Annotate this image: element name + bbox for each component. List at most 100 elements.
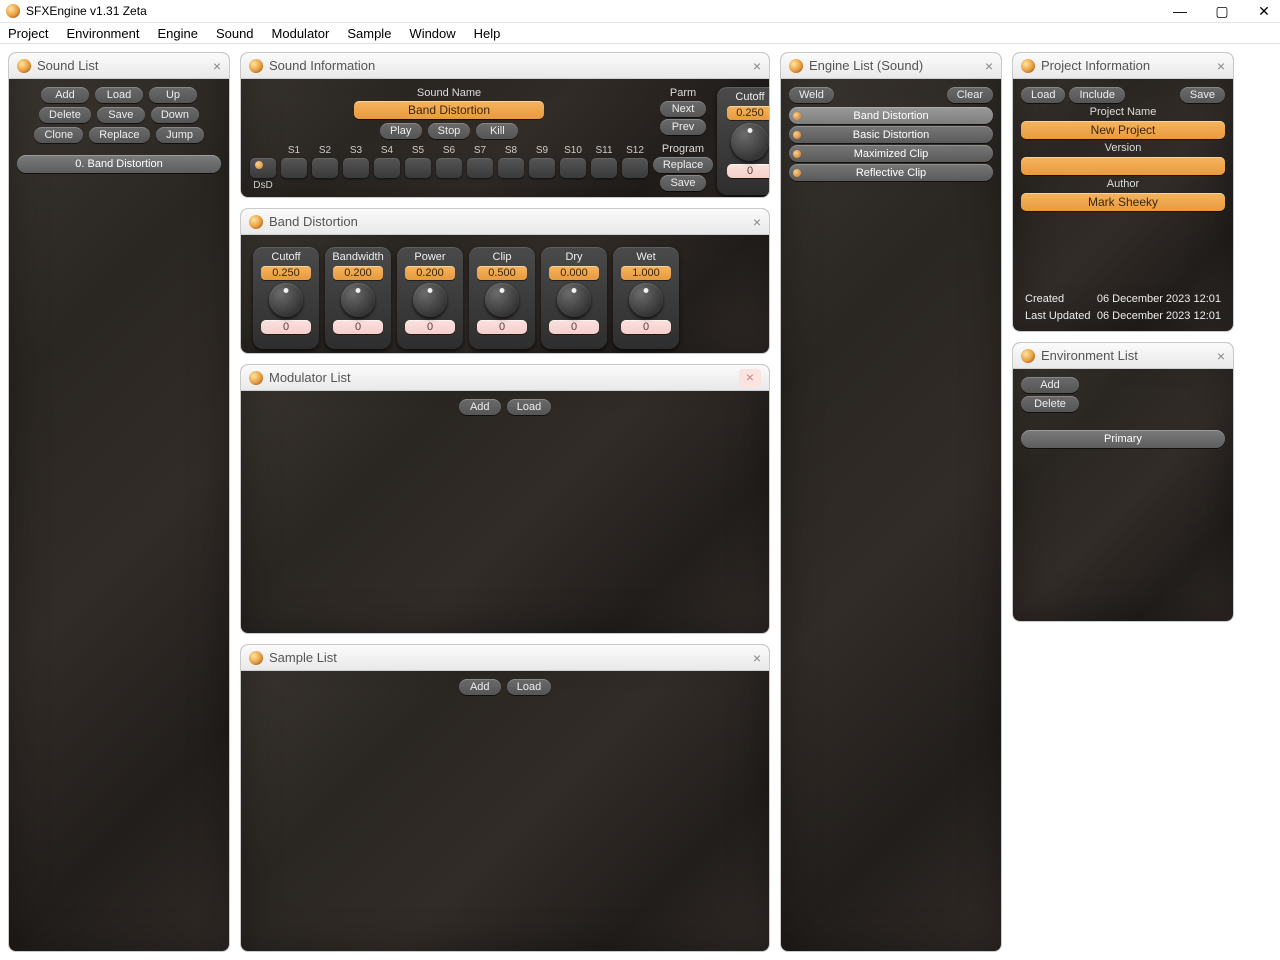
jump-button[interactable]: Jump	[156, 127, 204, 143]
environment-list-panel: Environment List × Add Delete Primary	[1012, 342, 1234, 622]
parm-label: Parm	[670, 87, 696, 99]
engine-row[interactable]: Reflective Clip	[789, 164, 993, 181]
close-icon[interactable]: ×	[753, 650, 761, 666]
knob-module-wet: Wet1.0000	[613, 247, 679, 349]
menu-project[interactable]: Project	[8, 26, 48, 41]
knob-name: Cutoff	[271, 251, 300, 263]
knob-dial[interactable]	[413, 283, 447, 317]
prev-button[interactable]: Prev	[660, 119, 706, 135]
knob-value[interactable]: 0.250	[261, 266, 311, 280]
knob-dial[interactable]	[269, 283, 303, 317]
knob-dial[interactable]	[557, 283, 591, 317]
save-program-button[interactable]: Save	[660, 175, 706, 191]
engine-row-label: Band Distortion	[853, 110, 928, 122]
menu-help[interactable]: Help	[474, 26, 501, 41]
maximize-button[interactable]: ▢	[1212, 3, 1232, 20]
panel-title: Sound Information	[269, 58, 747, 73]
knob-module-power: Power0.2000	[397, 247, 463, 349]
environment-primary[interactable]: Primary	[1021, 430, 1225, 448]
slot-s2[interactable]	[312, 158, 338, 178]
slot-s5[interactable]	[405, 158, 431, 178]
slot-s12[interactable]	[622, 158, 648, 178]
knob-dial[interactable]	[341, 283, 375, 317]
slot-s7[interactable]	[467, 158, 493, 178]
stop-button[interactable]: Stop	[428, 123, 471, 139]
version-value[interactable]	[1021, 157, 1225, 175]
engine-row[interactable]: Basic Distortion	[789, 126, 993, 143]
close-icon[interactable]: ×	[985, 58, 993, 74]
menu-bar: Project Environment Engine Sound Modulat…	[0, 22, 1280, 44]
close-button[interactable]: ✕	[1254, 3, 1274, 20]
load-button[interactable]: Load	[1021, 87, 1065, 103]
menu-sample[interactable]: Sample	[347, 26, 391, 41]
panel-icon	[789, 59, 803, 73]
knob-output: 0	[621, 320, 671, 334]
add-button[interactable]: Add	[459, 399, 501, 415]
add-button[interactable]: Add	[41, 87, 89, 103]
knob-value[interactable]: 0.000	[549, 266, 599, 280]
app-icon	[6, 4, 20, 18]
minimize-button[interactable]: —	[1170, 3, 1190, 20]
slot-s9[interactable]	[529, 158, 555, 178]
author-value[interactable]: Mark Sheeky	[1021, 193, 1225, 211]
save-button[interactable]: Save	[97, 107, 145, 123]
knob-name: Bandwidth	[332, 251, 383, 263]
knob-value[interactable]: 0.200	[405, 266, 455, 280]
close-icon[interactable]: ×	[213, 58, 221, 74]
knob-value[interactable]: 0.250	[727, 106, 770, 120]
menu-engine[interactable]: Engine	[157, 26, 197, 41]
slot-s1[interactable]	[281, 158, 307, 178]
slot-dsd[interactable]	[250, 158, 276, 178]
menu-modulator[interactable]: Modulator	[272, 26, 330, 41]
load-button[interactable]: Load	[507, 399, 551, 415]
knob-value[interactable]: 0.500	[477, 266, 527, 280]
knob-dial[interactable]	[485, 283, 519, 317]
save-button[interactable]: Save	[1180, 87, 1225, 103]
clear-button[interactable]: Clear	[947, 87, 993, 103]
menu-environment[interactable]: Environment	[66, 26, 139, 41]
close-icon[interactable]: ×	[1217, 58, 1225, 74]
knob-dial[interactable]	[629, 283, 663, 317]
close-icon[interactable]: ×	[1217, 348, 1225, 364]
close-icon[interactable]: ×	[753, 214, 761, 230]
close-icon[interactable]: ×	[753, 58, 761, 74]
sound-name-value[interactable]: Band Distortion	[354, 101, 544, 119]
project-name-value[interactable]: New Project	[1021, 121, 1225, 139]
engine-row-label: Basic Distortion	[853, 129, 929, 141]
knob-module-dry: Dry0.0000	[541, 247, 607, 349]
include-button[interactable]: Include	[1069, 87, 1124, 103]
weld-button[interactable]: Weld	[789, 87, 834, 103]
slot-s4[interactable]	[374, 158, 400, 178]
up-button[interactable]: Up	[149, 87, 197, 103]
replace-button[interactable]: Replace	[89, 127, 149, 143]
replace-program-button[interactable]: Replace	[653, 157, 713, 173]
delete-button[interactable]: Delete	[1021, 396, 1079, 412]
play-button[interactable]: Play	[380, 123, 422, 139]
down-button[interactable]: Down	[151, 107, 199, 123]
sound-list-item[interactable]: 0. Band Distortion	[17, 155, 221, 173]
engine-row[interactable]: Band Distortion	[789, 107, 993, 124]
delete-button[interactable]: Delete	[39, 107, 91, 123]
load-button[interactable]: Load	[95, 87, 143, 103]
knob-value[interactable]: 1.000	[621, 266, 671, 280]
knob-module-clip: Clip0.5000	[469, 247, 535, 349]
slot-s6[interactable]	[436, 158, 462, 178]
slot-s3[interactable]	[343, 158, 369, 178]
add-button[interactable]: Add	[1021, 377, 1079, 393]
load-button[interactable]: Load	[507, 679, 551, 695]
knob-value[interactable]: 0.200	[333, 266, 383, 280]
slot-s10[interactable]	[560, 158, 586, 178]
engine-row[interactable]: Maximized Clip	[789, 145, 993, 162]
add-button[interactable]: Add	[459, 679, 501, 695]
knob-dial[interactable]	[731, 123, 769, 161]
slot-s11[interactable]	[591, 158, 617, 178]
close-icon[interactable]: ×	[739, 369, 761, 387]
menu-window[interactable]: Window	[409, 26, 455, 41]
panel-icon	[249, 651, 263, 665]
clone-button[interactable]: Clone	[34, 127, 83, 143]
slot-s8[interactable]	[498, 158, 524, 178]
kill-button[interactable]: Kill	[476, 123, 518, 139]
menu-sound[interactable]: Sound	[216, 26, 254, 41]
knob-output: 0	[727, 164, 770, 178]
next-button[interactable]: Next	[660, 101, 706, 117]
